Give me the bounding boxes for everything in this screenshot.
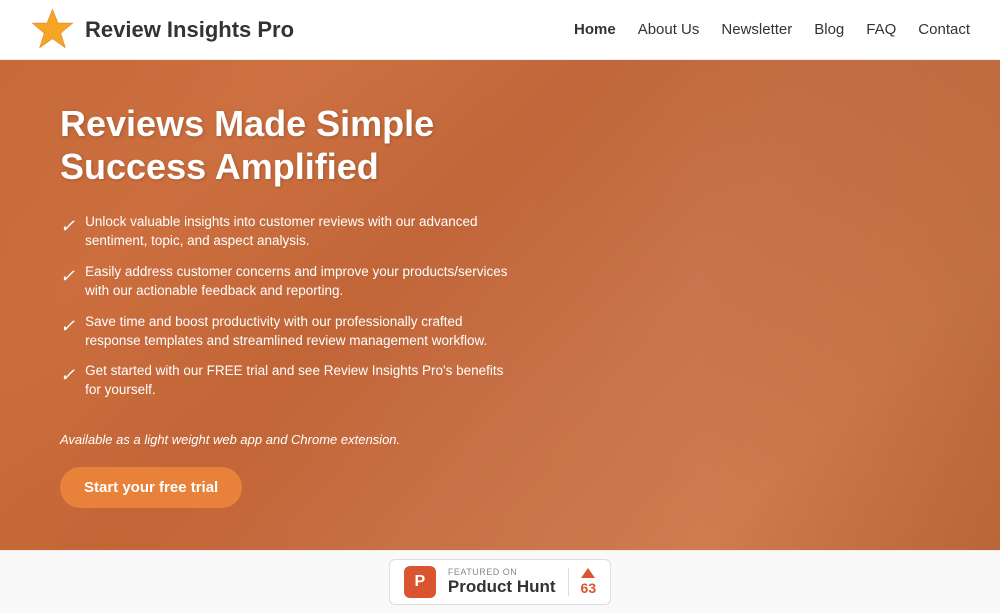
ph-votes-area: 63	[568, 568, 597, 596]
feature-text-4: Get started with our FREE trial and see …	[85, 362, 520, 400]
feature-item: ✓ Unlock valuable insights into customer…	[60, 213, 520, 251]
check-icon-3: ✓	[60, 314, 75, 339]
feature-item: ✓ Save time and boost productivity with …	[60, 313, 520, 351]
ph-name: Product Hunt	[448, 577, 556, 597]
nav-faq[interactable]: FAQ	[866, 21, 896, 38]
hero-features-list: ✓ Unlock valuable insights into customer…	[60, 213, 520, 412]
feature-item: ✓ Easily address customer concerns and i…	[60, 263, 520, 301]
footer-badge-area: P FEATURED ON Product Hunt 63	[0, 550, 1000, 613]
nav-contact[interactable]: Contact	[918, 21, 970, 38]
feature-item: ✓ Get started with our FREE trial and se…	[60, 362, 520, 400]
cta-button[interactable]: Start your free trial	[60, 467, 242, 508]
hero-section: Reviews Made Simple Success Amplified ✓ …	[0, 60, 1000, 550]
ph-text-area: FEATURED ON Product Hunt	[448, 567, 556, 597]
nav-about[interactable]: About Us	[638, 21, 700, 38]
product-hunt-logo-icon: P	[404, 566, 436, 598]
check-icon-2: ✓	[60, 264, 75, 289]
hero-title: Reviews Made Simple Success Amplified	[60, 102, 520, 188]
ph-upvote-icon	[581, 568, 595, 578]
nav-blog[interactable]: Blog	[814, 21, 844, 38]
header: Review Insights Pro Home About Us Newsle…	[0, 0, 1000, 60]
product-hunt-badge[interactable]: P FEATURED ON Product Hunt 63	[389, 559, 611, 605]
check-icon-4: ✓	[60, 363, 75, 388]
feature-text-3: Save time and boost productivity with ou…	[85, 313, 520, 351]
nav-newsletter[interactable]: Newsletter	[721, 21, 792, 38]
logo-text: Review Insights Pro	[85, 17, 294, 43]
ph-featured-label: FEATURED ON	[448, 567, 556, 577]
nav-home[interactable]: Home	[574, 21, 616, 38]
hero-content: Reviews Made Simple Success Amplified ✓ …	[0, 60, 580, 550]
main-nav: Home About Us Newsletter Blog FAQ Contac…	[574, 21, 970, 38]
feature-text-2: Easily address customer concerns and imp…	[85, 263, 520, 301]
logo-area: Review Insights Pro	[30, 7, 294, 52]
feature-text-1: Unlock valuable insights into customer r…	[85, 213, 520, 251]
ph-vote-count: 63	[581, 580, 597, 596]
check-icon-1: ✓	[60, 214, 75, 239]
available-text: Available as a light weight web app and …	[60, 432, 520, 447]
logo-star-icon	[30, 7, 75, 52]
